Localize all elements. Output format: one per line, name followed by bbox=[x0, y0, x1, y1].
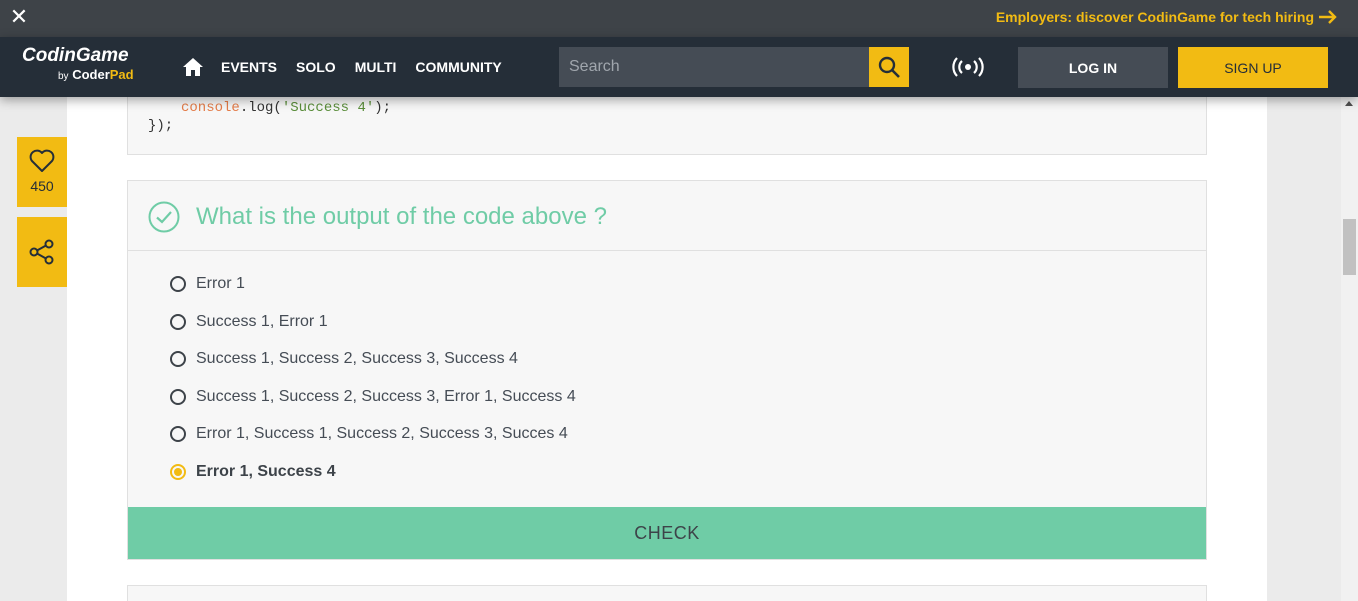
like-count: 450 bbox=[30, 178, 54, 194]
radio-button[interactable] bbox=[170, 351, 186, 367]
answer-option-label: Error 1, Success 4 bbox=[196, 463, 336, 480]
question-title: What is the output of the code above ? bbox=[196, 203, 607, 230]
answer-option[interactable]: Error 1, Success 1, Success 2, Success 3… bbox=[170, 422, 568, 446]
answer-option[interactable]: Success 1, Success 2, Success 3, Success… bbox=[170, 347, 518, 371]
scroll-up-arrow-icon[interactable] bbox=[1345, 101, 1353, 106]
answer-option-label: Success 1, Success 2, Success 3, Success… bbox=[196, 350, 518, 367]
check-button[interactable]: CHECK bbox=[128, 507, 1206, 559]
share-button[interactable] bbox=[17, 217, 67, 287]
like-button[interactable]: 450 bbox=[17, 137, 67, 207]
codingame-logo[interactable]: CodinGame by CoderPad bbox=[22, 45, 162, 89]
radio-button[interactable] bbox=[170, 426, 186, 442]
answer-option-label: Success 1, Success 2, Success 3, Error 1… bbox=[196, 388, 576, 405]
answer-option[interactable]: Success 1, Error 1 bbox=[170, 310, 328, 334]
home-icon[interactable] bbox=[182, 57, 204, 77]
search-icon bbox=[878, 56, 900, 78]
radio-button-selected[interactable] bbox=[170, 464, 186, 480]
answer-option[interactable]: Success 1, Success 2, Success 3, Error 1… bbox=[170, 385, 576, 409]
answer-option-label: Error 1, Success 1, Success 2, Success 3… bbox=[196, 425, 568, 442]
answer-option-label: Success 1, Error 1 bbox=[196, 313, 328, 330]
login-button[interactable]: LOG IN bbox=[1018, 47, 1168, 88]
page-scrollbar[interactable] bbox=[1341, 97, 1358, 601]
signup-button[interactable]: SIGN UP bbox=[1178, 47, 1328, 88]
answer-option-selected[interactable]: Error 1, Success 4 bbox=[170, 460, 336, 484]
question-card: What is the output of the code above ? E… bbox=[127, 180, 1207, 560]
radio-button[interactable] bbox=[170, 389, 186, 405]
search-button[interactable] bbox=[869, 47, 909, 87]
logo-byline: by CoderPad bbox=[58, 67, 134, 82]
announcement-bar: ✕ Employers: discover CodinGame for tech… bbox=[0, 0, 1358, 37]
nav-events[interactable]: EVENTS bbox=[221, 59, 277, 75]
check-circle-icon bbox=[148, 201, 180, 233]
code-snippet: console.log('Success 4'); }); bbox=[127, 97, 1207, 155]
nav-solo[interactable]: SOLO bbox=[296, 59, 336, 75]
arrow-right-icon bbox=[1319, 10, 1337, 24]
nav-community[interactable]: COMMUNITY bbox=[415, 59, 501, 75]
logo-wordmark: CodinGame bbox=[22, 45, 129, 66]
next-section-card bbox=[127, 585, 1207, 601]
broadcast-icon[interactable] bbox=[952, 57, 984, 77]
scrollbar-thumb[interactable] bbox=[1343, 219, 1356, 275]
employers-link[interactable]: Employers: discover CodinGame for tech h… bbox=[996, 8, 1338, 26]
nav-multi[interactable]: MULTI bbox=[355, 59, 397, 75]
nav-links: EVENTS SOLO MULTI COMMUNITY bbox=[221, 37, 502, 97]
question-header: What is the output of the code above ? bbox=[128, 181, 1206, 251]
code-line: }); bbox=[148, 118, 174, 134]
main-navbar: CodinGame by CoderPad EVENTS SOLO MULTI … bbox=[0, 37, 1358, 97]
answer-option-label: Error 1 bbox=[196, 275, 245, 292]
heart-icon bbox=[29, 149, 55, 172]
radio-button[interactable] bbox=[170, 276, 186, 292]
code-line: console.log('Success 4'); bbox=[181, 100, 392, 116]
search-input[interactable] bbox=[559, 47, 869, 87]
radio-button[interactable] bbox=[170, 314, 186, 330]
close-icon[interactable]: ✕ bbox=[8, 6, 30, 28]
share-icon bbox=[29, 239, 54, 265]
employers-link-label: Employers: discover CodinGame for tech h… bbox=[995, 9, 1314, 25]
answer-option[interactable]: Error 1 bbox=[170, 272, 245, 296]
